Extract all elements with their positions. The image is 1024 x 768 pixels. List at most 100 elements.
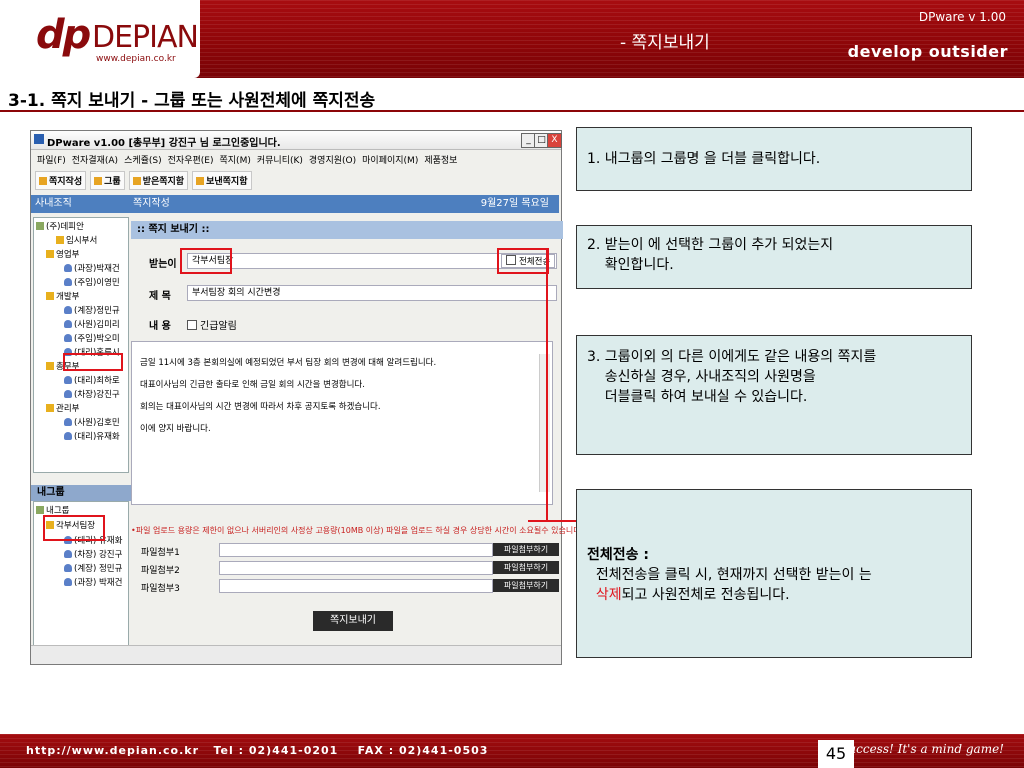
- menu-community[interactable]: 커뮤니티(K): [257, 153, 303, 166]
- tree-item-label: (차장) 강진구: [74, 550, 123, 560]
- toolbar-group[interactable]: 그룹: [90, 171, 125, 190]
- menu-email[interactable]: 전자우편(E): [168, 153, 214, 166]
- tree-item[interactable]: 관리부: [46, 402, 79, 414]
- tree-item-label: (계장) 정민규: [74, 564, 123, 574]
- folder-icon: [56, 236, 64, 244]
- attach-field-3[interactable]: [219, 579, 493, 593]
- tree-item-label: (과장)박재건: [74, 264, 120, 274]
- current-date: 9월27일 목요일: [480, 198, 549, 209]
- tree-item[interactable]: (대리)최하로: [64, 374, 120, 386]
- callout-send-all: 전체전송 : 전체전송을 클릭 시, 현재까지 선택한 받는이 는 삭제되고 사…: [576, 489, 972, 658]
- callout-step-2: 2. 받는이 에 선택한 그룹이 추가 되었는지 확인합니다.: [576, 225, 972, 289]
- section-title: 3-1. 쪽지 보내기 - 그룹 또는 사원전체에 쪽지전송: [8, 91, 376, 111]
- close-button[interactable]: X: [547, 133, 562, 148]
- tree-item-label: 개발부: [56, 292, 80, 302]
- urgent-checkbox[interactable]: [187, 320, 197, 330]
- tree-item[interactable]: (과장) 박재건: [64, 576, 122, 588]
- menu-schedule[interactable]: 스케쥴(S): [124, 153, 162, 166]
- tree-item[interactable]: (대리)유재화: [64, 430, 120, 442]
- section-divider: [0, 110, 1024, 112]
- tree-item[interactable]: (차장) 강진구: [64, 548, 122, 560]
- menu-mypage[interactable]: 마이페이지(M): [362, 153, 418, 166]
- tree-item-label: (주임)박오미: [74, 334, 120, 344]
- folder-icon: [46, 404, 54, 412]
- compose-icon: [39, 177, 47, 185]
- app-window: DPware v1.00 [총무부] 강진구 님 로그인중입니다. _ □ X …: [30, 130, 583, 665]
- attach-button-3[interactable]: 파일첨부하기: [493, 579, 559, 592]
- inbox-icon: [132, 177, 141, 185]
- attach-button-1[interactable]: 파일첨부하기: [493, 543, 559, 556]
- tree-item-label: 임시부서: [66, 236, 98, 246]
- toolbar-inbox-label: 받은쪽지함: [142, 177, 185, 187]
- callout-step-2-line1: 2. 받는이 에 선택한 그룹이 추가 되었는지: [587, 237, 834, 253]
- tree-item[interactable]: (계장) 정민규: [64, 562, 122, 574]
- attach-field-1[interactable]: [219, 543, 493, 557]
- tree-item-label: 관리부: [56, 404, 80, 414]
- window-title: DPware v1.00 [총무부] 강진구 님 로그인중입니다.: [47, 138, 281, 149]
- tree-item[interactable]: (차장)강진구: [64, 388, 120, 400]
- tree-item-label: (대리)유재화: [74, 432, 120, 442]
- toolbar-compose[interactable]: 쪽지작성: [35, 171, 87, 190]
- page-number: 45: [818, 740, 854, 768]
- form-title: :: 쪽지 보내기 ::: [131, 221, 563, 239]
- tree-item-label: (대리)최하로: [74, 376, 120, 386]
- header-version: DPware v 1.00: [918, 10, 1006, 24]
- menu-memo[interactable]: 쪽지(M): [220, 153, 251, 166]
- footer-contact: http://www.depian.co.kr Tel : 02)441-020…: [26, 744, 489, 757]
- tree-item[interactable]: (과장)박재건: [64, 262, 120, 274]
- tree-item[interactable]: 개발부: [46, 290, 79, 302]
- tree-item-label: (주임)이영민: [74, 278, 120, 288]
- tree-item[interactable]: (주)데피안: [36, 220, 84, 232]
- message-body[interactable]: 금일 11시에 3층 본회의실에 예정되었던 부서 팀장 회의 변경에 대해 알…: [131, 341, 553, 505]
- tree-item[interactable]: (주임)이영민: [64, 276, 120, 288]
- org-tree: (주)데피안 임시부서 영업부 (과장)박재건 (주임)이영민 개발부 (계장)…: [33, 217, 129, 473]
- highlight-to-value: [180, 248, 232, 274]
- attach-label-3: 파일첨부3: [141, 584, 180, 594]
- tree-item-label: (주)데피안: [46, 222, 84, 232]
- tree-item[interactable]: (사원)김호민: [64, 416, 120, 428]
- urgent-toggle[interactable]: 긴급알림: [187, 317, 237, 332]
- send-memo-button[interactable]: 쪽지보내기: [313, 611, 393, 631]
- body-line: 금일 11시에 3층 본회의실에 예정되었던 부서 팀장 회의 변경에 대해 알…: [140, 358, 437, 368]
- company-icon: [36, 222, 44, 230]
- header-title: - 쪽지보내기: [620, 33, 710, 53]
- menu-management[interactable]: 경영지원(O): [309, 153, 356, 166]
- subject-field[interactable]: 부서팀장 회의 시간변경: [187, 285, 557, 301]
- toolbar-inbox[interactable]: 받은쪽지함: [128, 171, 189, 190]
- tree-item-label: (과장) 박재건: [74, 578, 123, 588]
- toolbar-compose-label: 쪽지작성: [49, 177, 83, 187]
- body-scrollbar[interactable]: [539, 354, 550, 492]
- menu-approval[interactable]: 전자결재(A): [72, 153, 118, 166]
- header-slogan: develop outsider: [847, 42, 1008, 61]
- app-icon: [34, 134, 44, 144]
- upload-notice: •파일 업로드 용량은 제한이 없으나 서버리인의 사정상 고용량(10MB 이…: [131, 526, 584, 535]
- menu-bar: 파일(F) 전자결재(A) 스케쥴(S) 전자우편(E) 쪽지(M) 커뮤니티(K) 경영지…: [31, 153, 561, 169]
- tree-item[interactable]: 영업부: [46, 248, 79, 260]
- tree-item[interactable]: (주임)박오미: [64, 332, 120, 344]
- tree-item[interactable]: (계장)정민규: [64, 304, 120, 316]
- attach-field-2[interactable]: [219, 561, 493, 575]
- menu-product-info[interactable]: 제품정보: [424, 153, 457, 166]
- attach-button-2[interactable]: 파일첨부하기: [493, 561, 559, 574]
- user-icon: [64, 306, 72, 314]
- main-panel-header: 쪽지작성 9월27일 목요일: [129, 195, 559, 213]
- urgent-label: 긴급알림: [200, 321, 237, 332]
- group-root-icon: [36, 506, 44, 514]
- callout-send-all-line1: 전체전송을 클릭 시, 현재까지 선택한 받는이 는: [587, 567, 872, 583]
- mygroup-panel-header: 내그룹: [31, 485, 133, 501]
- subject-label: 제 목: [149, 291, 171, 302]
- folder-icon: [46, 292, 54, 300]
- callout-step-3-line1: 3. 그룹이외 의 다른 이에게도 같은 내용의 쪽지를: [587, 349, 877, 365]
- user-icon: [64, 278, 72, 286]
- connector-horizontal: [528, 520, 576, 522]
- toolbar-sent[interactable]: 보낸쪽지함: [192, 171, 252, 190]
- status-bar: [31, 645, 561, 664]
- user-icon: [64, 320, 72, 328]
- tree-item[interactable]: 임시부서: [56, 234, 97, 246]
- window-titlebar: DPware v1.00 [총무부] 강진구 님 로그인중입니다. _ □ X: [31, 131, 562, 150]
- main-panel-title: 쪽지작성: [133, 198, 170, 209]
- footer-slogan: Success! It's a mind game!: [840, 742, 1004, 756]
- callout-step-3-line3: 더블클릭 하여 보내실 수 있습니다.: [587, 389, 808, 405]
- menu-file[interactable]: 파일(F): [37, 153, 66, 166]
- tree-item[interactable]: (사원)김미리: [64, 318, 120, 330]
